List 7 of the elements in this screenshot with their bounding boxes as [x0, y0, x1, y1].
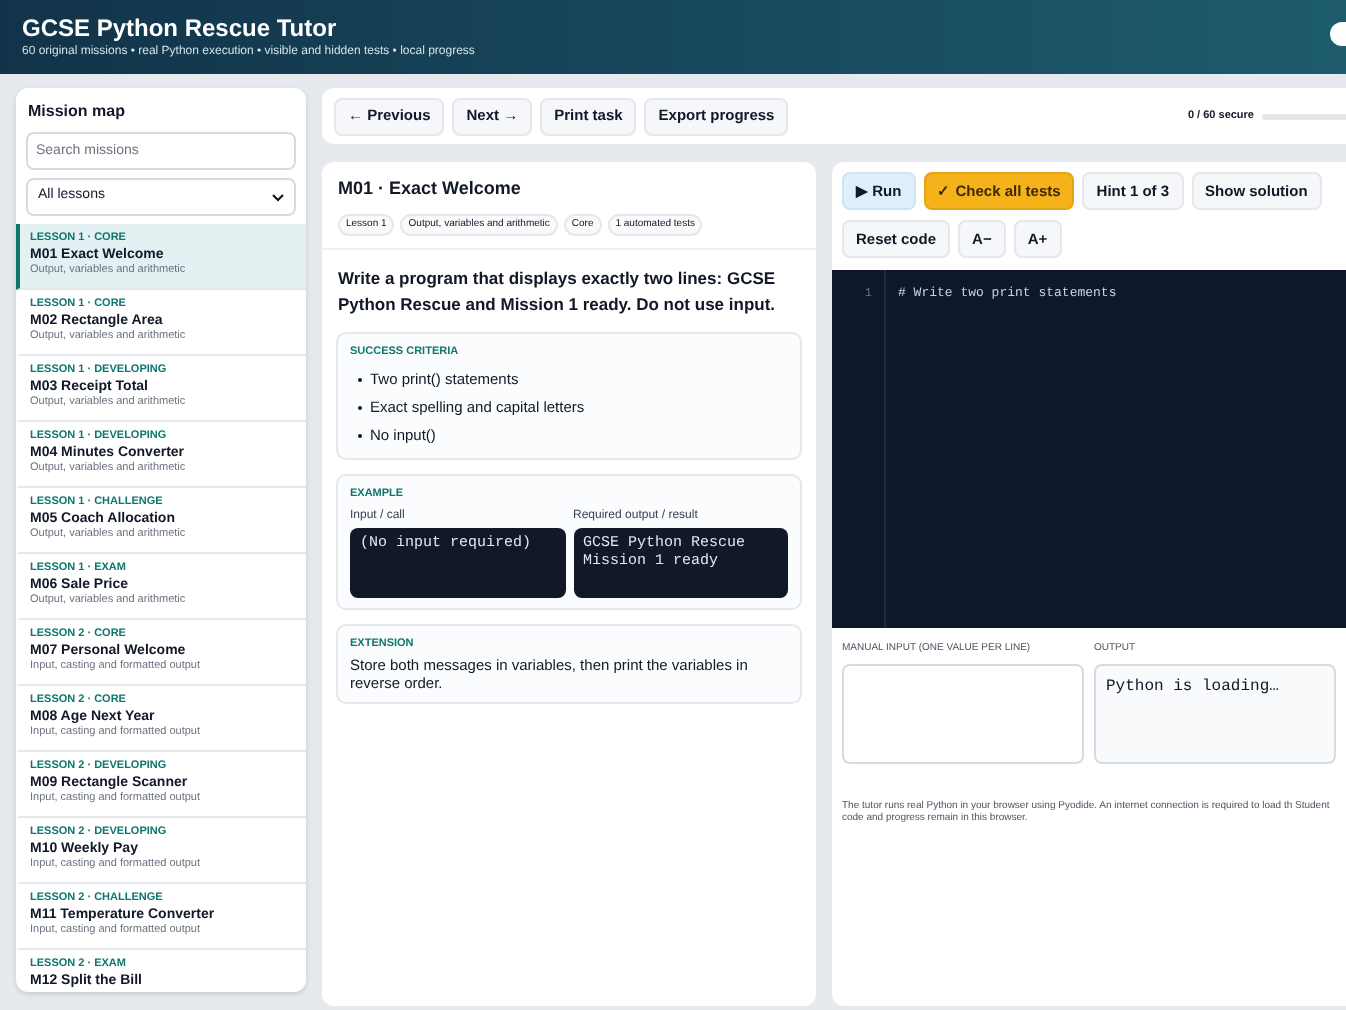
- task-title: M01 · Exact Welcome: [338, 176, 523, 202]
- manual-input-field[interactable]: [842, 663, 1084, 763]
- chevron-down-icon: [272, 193, 284, 201]
- output-console: Python is loading…: [1094, 663, 1336, 763]
- task-prompt: Write a program that displays exactly two lines: GCSE Python Rescue and Mission 1 ready. Do not use input.: [336, 266, 778, 318]
- app-title: GCSE Python Rescue Tutor: [22, 14, 339, 42]
- sidebar-title: Mission map: [26, 100, 127, 124]
